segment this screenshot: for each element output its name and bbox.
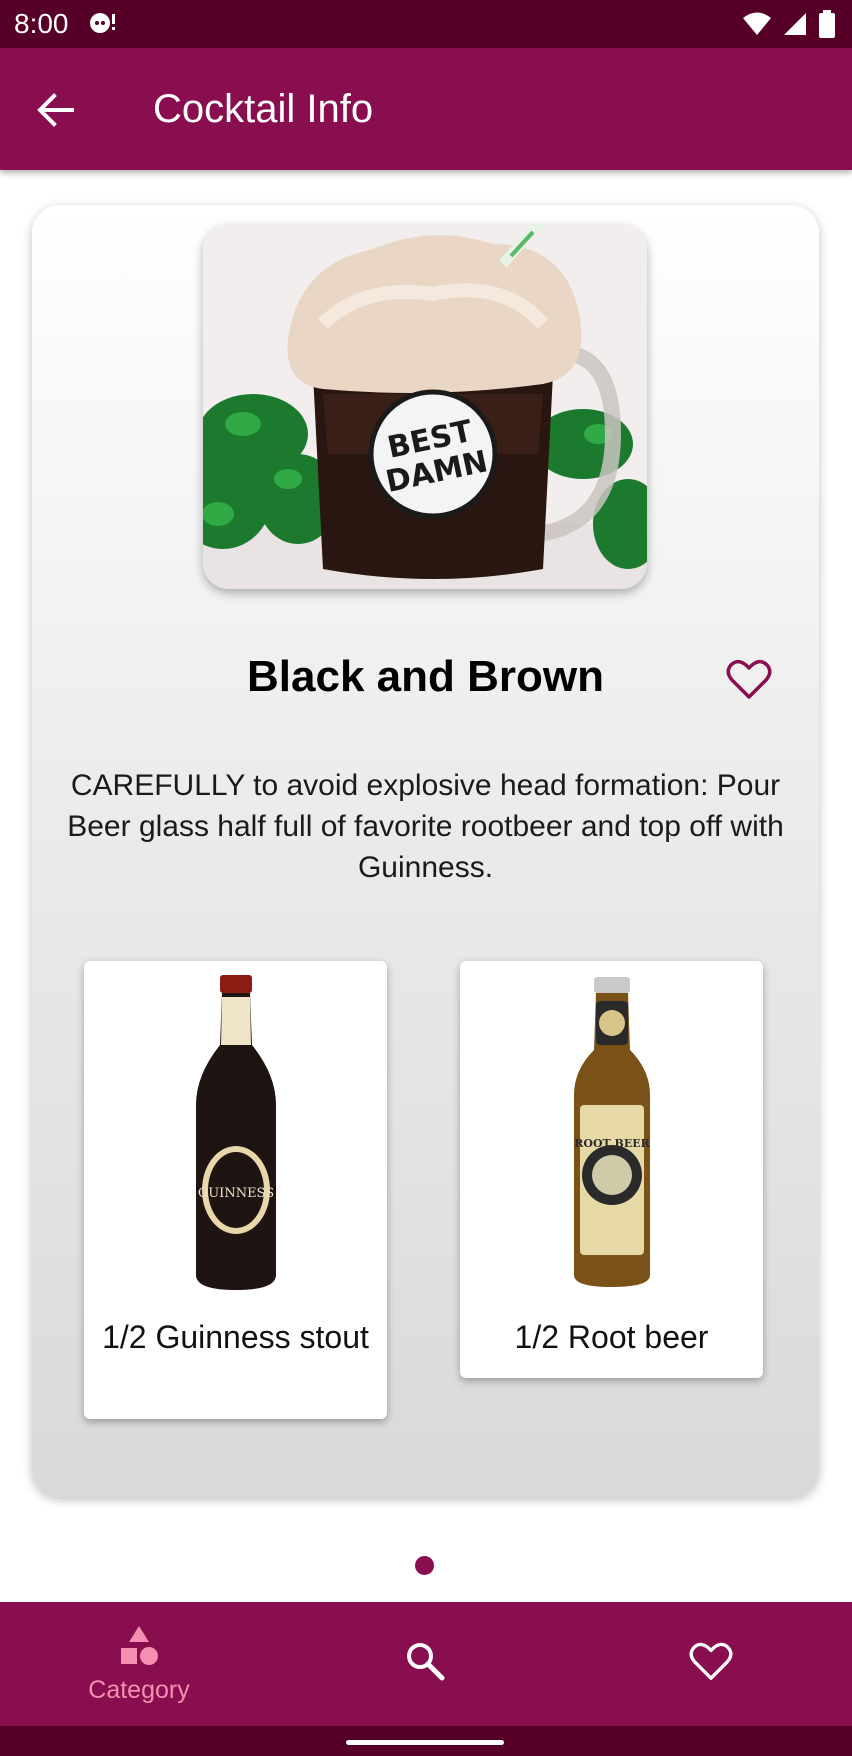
guinness-bottle-label: GUINNESS bbox=[197, 1186, 273, 1201]
status-bar: 8:00 bbox=[0, 0, 852, 48]
category-icon bbox=[117, 1624, 161, 1673]
search-icon bbox=[404, 1640, 446, 1687]
gesture-bar bbox=[0, 1726, 852, 1756]
arrow-back-icon bbox=[34, 93, 78, 134]
bottom-navigation: Category bbox=[0, 1602, 852, 1726]
back-button[interactable] bbox=[34, 90, 78, 130]
drink-name: Black and Brown bbox=[247, 652, 604, 701]
app-bar: Cocktail Info bbox=[0, 48, 852, 170]
signal-icon bbox=[782, 11, 808, 42]
cocktail-card: BEST DAMN Black and Brown CAREFULLY to a… bbox=[32, 205, 819, 1497]
nav-favorites[interactable] bbox=[611, 1602, 811, 1726]
home-gesture-handle[interactable] bbox=[346, 1740, 504, 1745]
wifi-icon bbox=[742, 11, 772, 42]
heart-outline-icon bbox=[725, 659, 773, 705]
root-beer-bottle-label: ROOT BEER bbox=[574, 1137, 650, 1150]
heart-icon bbox=[688, 1640, 734, 1687]
nav-search[interactable] bbox=[325, 1602, 525, 1726]
ingredient-label: 1/2 Root beer bbox=[514, 1319, 709, 1355]
cocktail-image: BEST DAMN bbox=[203, 224, 647, 589]
favorite-button[interactable] bbox=[725, 657, 773, 701]
ingredient-card[interactable]: ROOT BEER 1/2 Root beer bbox=[460, 961, 763, 1378]
nav-category-label: Category bbox=[88, 1676, 190, 1704]
instructions-text: CAREFULLY to avoid explosive head format… bbox=[67, 769, 784, 884]
ingredient-label: 1/2 Guinness stout bbox=[102, 1319, 369, 1355]
ingredient-card[interactable]: GUINNESS 1/2 Guinness stout bbox=[84, 961, 387, 1419]
page-indicator-dot bbox=[415, 1556, 434, 1575]
ingredient-image-root-beer: ROOT BEER bbox=[460, 975, 763, 1295]
status-time: 8:00 bbox=[14, 8, 69, 39]
battery-icon bbox=[818, 10, 836, 43]
page-title: Cocktail Info bbox=[153, 87, 374, 131]
status-icons bbox=[742, 10, 836, 43]
notification-icon bbox=[86, 10, 120, 36]
ingredient-image-guinness: GUINNESS bbox=[84, 975, 387, 1295]
nav-category[interactable]: Category bbox=[39, 1602, 239, 1726]
